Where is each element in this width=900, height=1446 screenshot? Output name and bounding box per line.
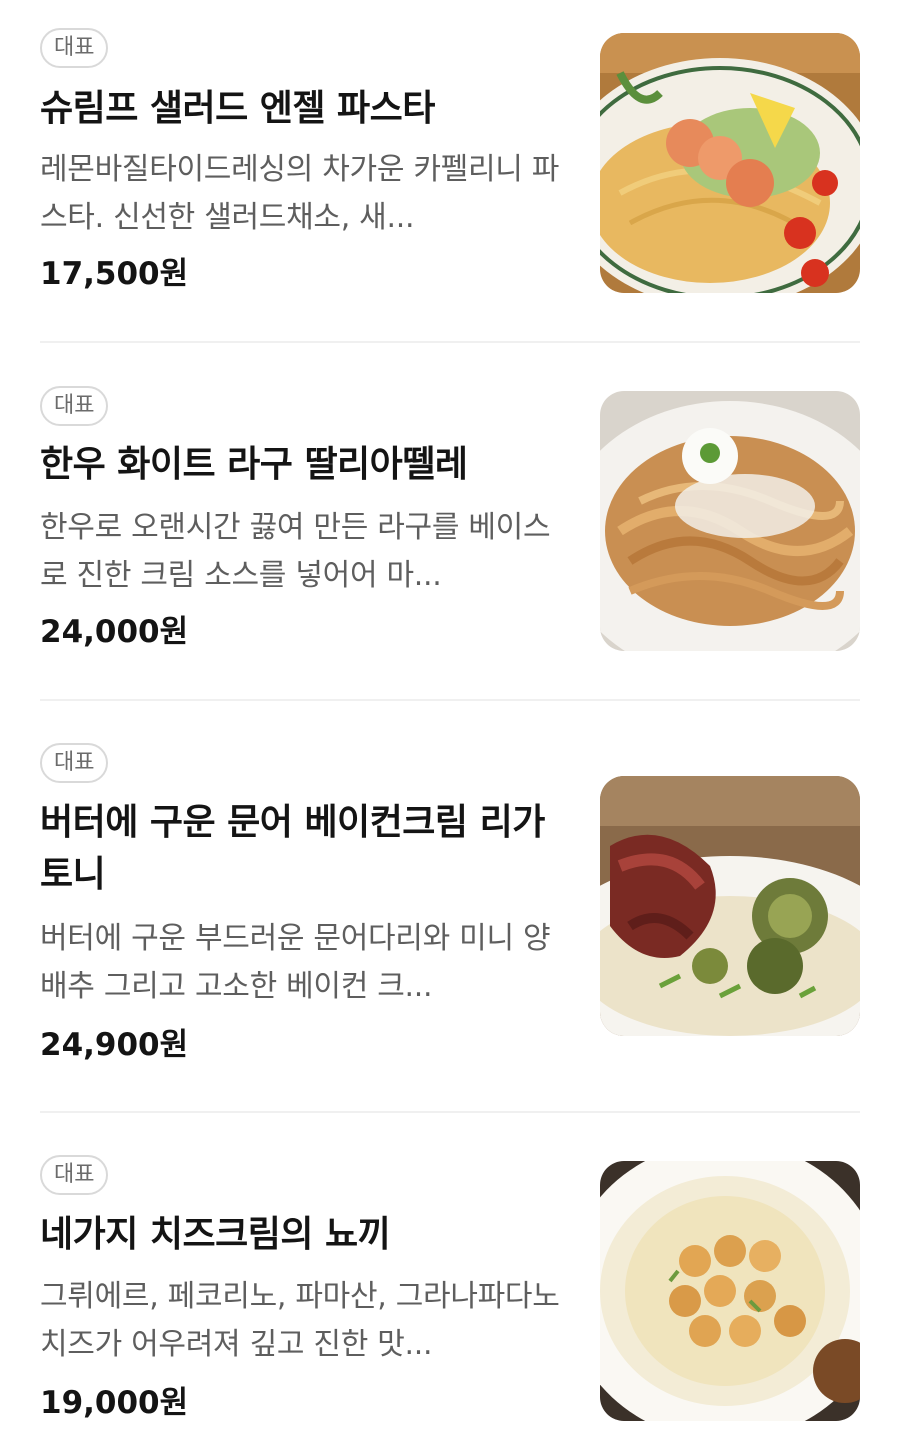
ragu-tagliatelle-photo (600, 391, 860, 651)
menu-item-name: 한우 화이트 라구 딸리아뗄레 (40, 444, 468, 485)
menu-item-name: 슈림프 샐러드 엔젤 파스타 (40, 88, 435, 129)
menu-item[interactable]: 대표 한우 화이트 라구 딸리아뗄레 한우로 오랜시간 끓여 만든 라구를 베이… (40, 386, 860, 700)
menu-item-description: 그뤼에르, 페코리노, 파마산, 그라나파다노 치즈가 어우려져 깊고 진한 맛… (40, 1279, 560, 1362)
menu-list: 대표 슈림프 샐러드 엔젤 파스타 레몬바질타이드레싱의 차가운 카펠리니 파스… (0, 0, 900, 1446)
divider (40, 341, 860, 343)
menu-item-description: 레몬바질타이드레싱의 차가운 카펠리니 파스타. 신선한 샐러드채소, 새... (40, 152, 560, 235)
menu-item-description: 한우로 오랜시간 끓여 만든 라구를 베이스로 진한 크림 소스를 넣어어 마.… (40, 510, 551, 593)
octopus-rigatoni-photo (600, 776, 860, 1036)
menu-item-name: 네가지 치즈크림의 뇨끼 (40, 1214, 391, 1255)
menu-item[interactable]: 대표 버터에 구운 문어 베이컨크림 리가토니 버터에 구운 부드러운 문어다리… (40, 743, 860, 1113)
divider (40, 699, 860, 701)
menu-item-price: 19,000원 (40, 1385, 189, 1421)
menu-item-price: 24,000원 (40, 614, 189, 650)
signature-badge: 대표 (40, 1155, 109, 1195)
menu-item[interactable]: 대표 네가지 치즈크림의 뇨끼 그뤼에르, 페코리노, 파마산, 그라나파다노 … (40, 1155, 860, 1446)
signature-badge: 대표 (40, 28, 109, 68)
divider (40, 1111, 860, 1113)
signature-badge: 대표 (40, 743, 109, 783)
menu-item-price: 24,900원 (40, 1027, 189, 1063)
menu-item-name: 버터에 구운 문어 베이컨크림 리가토니 (40, 802, 545, 895)
shrimp-salad-pasta-photo (600, 33, 860, 293)
menu-item-description: 버터에 구운 부드러운 문어다리와 미니 양배추 그리고 고소한 베이컨 크..… (40, 921, 551, 1004)
cheese-gnocchi-photo (600, 1161, 860, 1421)
signature-badge: 대표 (40, 386, 109, 426)
menu-item-price: 17,500원 (40, 256, 189, 292)
menu-item[interactable]: 대표 슈림프 샐러드 엔젤 파스타 레몬바질타이드레싱의 차가운 카펠리니 파스… (40, 28, 860, 342)
